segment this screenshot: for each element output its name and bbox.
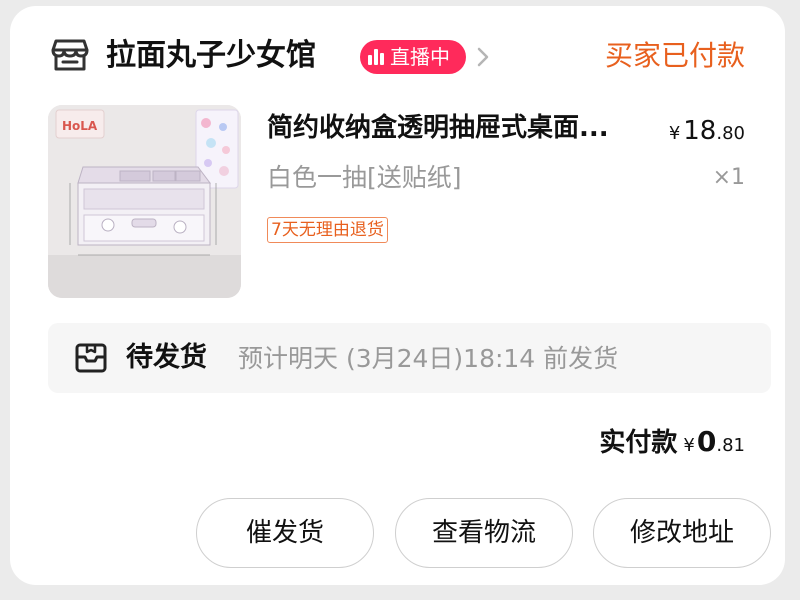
store-icon[interactable] [50,37,90,73]
product-title[interactable]: 简约收纳盒透明抽屉式桌面... [267,108,667,148]
amount-currency: ¥ [683,435,695,456]
live-badge-label: 直播中 [390,45,450,69]
amount-paid: 实付款 ¥0.81 [599,420,745,468]
modify-address-button[interactable]: 修改地址 [593,498,771,568]
package-icon [75,343,107,373]
order-card[interactable]: 拉面丸子少女馆 直播中 买家已付款 HoLA 简约收纳盒透明抽屉式桌面... ¥… [10,6,785,585]
live-bars-icon [368,49,386,65]
product-image[interactable]: HoLA [48,105,241,298]
amount-paid-label: 实付款 [599,428,678,458]
price-decimal: .80 [716,123,745,144]
order-status: 买家已付款 [604,39,745,72]
live-badge[interactable]: 直播中 [360,40,466,74]
price-currency: ¥ [668,123,681,144]
amount-decimal: .81 [716,435,745,456]
product-price: ¥18.80 [669,114,745,151]
price-integer: 18 [683,116,717,146]
urge-shipping-button[interactable]: 催发货 [196,498,374,568]
svg-text:HoLA: HoLA [62,119,98,133]
shipping-status-bar[interactable]: 待发货 预计明天 (3月24日)18:14 前发货 [48,323,771,393]
return-policy-tag: 7天无理由退货 [267,217,388,243]
product-sku: 白色一抽[送贴纸] [267,163,462,192]
amount-integer: 0 [696,425,717,458]
product-quantity: ×1 [712,165,745,190]
shipping-eta: 预计明天 (3月24日)18:14 前发货 [238,344,619,373]
store-name[interactable]: 拉面丸子少女馆 [106,34,316,78]
view-logistics-button[interactable]: 查看物流 [395,498,573,568]
shipping-status: 待发货 [126,342,207,373]
chevron-right-icon[interactable] [476,46,490,68]
